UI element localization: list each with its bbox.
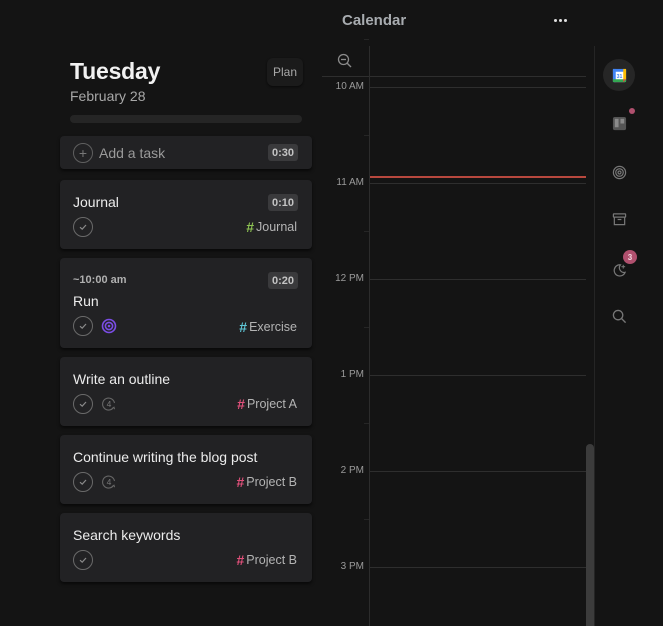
task-start-time: ~10:00 am xyxy=(73,274,127,286)
night-mode-count-badge: 3 xyxy=(623,250,637,264)
task-title: Run xyxy=(73,293,99,309)
current-time-indicator xyxy=(370,176,586,178)
rail-divider xyxy=(594,46,595,626)
hour-gridline xyxy=(370,183,586,184)
day-progress-bar xyxy=(70,115,302,123)
tag-exercise[interactable]: # Exercise xyxy=(239,319,297,335)
day-column: Tuesday February 28 Plan + Add a task 0:… xyxy=(60,0,312,626)
check-icon xyxy=(79,401,87,408)
task-title: Write an outline xyxy=(73,371,171,387)
archive-button[interactable] xyxy=(603,203,635,235)
complete-checkbox[interactable] xyxy=(73,472,93,492)
tag-project-a[interactable]: # Project A xyxy=(237,396,297,412)
task-card[interactable]: Search keywords # Project B xyxy=(60,513,312,582)
half-hour-tick xyxy=(364,231,369,232)
hour-label: 1 PM xyxy=(340,369,364,380)
duration-badge[interactable]: 0:20 xyxy=(267,272,298,289)
trello-icon xyxy=(612,116,626,130)
hour-gridline xyxy=(370,471,586,472)
hash-icon: # xyxy=(237,396,245,412)
complete-checkbox[interactable] xyxy=(73,217,93,237)
plus-icon: + xyxy=(73,142,93,163)
check-icon xyxy=(79,224,87,231)
half-hour-tick xyxy=(364,135,369,136)
complete-checkbox[interactable] xyxy=(73,394,93,414)
tag-label: Journal xyxy=(256,220,297,234)
moon-icon xyxy=(613,263,626,277)
day-date: February 28 xyxy=(70,88,146,104)
calendar-title: Calendar xyxy=(342,12,407,29)
duration-badge[interactable]: 0:10 xyxy=(267,194,298,211)
search-button[interactable] xyxy=(603,300,635,332)
hour-gridline xyxy=(370,279,586,280)
search-icon xyxy=(612,309,626,323)
zoom-out-icon[interactable] xyxy=(337,53,353,69)
check-icon xyxy=(79,557,87,564)
google-calendar-button[interactable]: 31 xyxy=(603,59,635,91)
task-card[interactable]: Journal 0:10 # Journal xyxy=(60,180,312,249)
half-hour-tick xyxy=(364,327,369,328)
complete-checkbox[interactable] xyxy=(73,316,93,336)
google-calendar-icon: 31 xyxy=(612,68,626,82)
calendar-scrollbar[interactable] xyxy=(586,444,594,626)
task-card[interactable]: ~10:00 am 0:20 Run # Exercise xyxy=(60,258,312,348)
task-card[interactable]: Write an outline 4 # Project A xyxy=(60,357,312,426)
hour-gridline xyxy=(370,375,586,376)
ellipsis-icon[interactable] xyxy=(552,13,568,27)
archive-icon xyxy=(612,212,626,225)
check-icon xyxy=(79,479,87,486)
hash-icon: # xyxy=(239,319,248,335)
hour-gridline xyxy=(370,87,586,88)
target-icon[interactable] xyxy=(101,318,117,334)
hour-gridline xyxy=(370,567,586,568)
hour-label: 2 PM xyxy=(340,465,364,476)
half-hour-tick xyxy=(364,519,369,520)
tag-label: Exercise xyxy=(249,320,297,334)
calendar-header-divider xyxy=(322,76,586,77)
tag-label: Project B xyxy=(246,475,297,489)
time-gutter-divider xyxy=(369,46,370,626)
task-card[interactable]: Continue writing the blog post 4 # Projec… xyxy=(60,435,312,504)
svg-text:31: 31 xyxy=(616,73,622,79)
hash-icon: # xyxy=(236,552,245,568)
notification-dot xyxy=(629,108,635,114)
half-hour-tick xyxy=(364,39,369,40)
add-task-input[interactable]: + Add a task 0:30 xyxy=(60,136,312,169)
hash-icon: # xyxy=(236,474,245,490)
day-title: Tuesday xyxy=(70,58,161,84)
hour-label: 11 AM xyxy=(336,177,364,188)
hash-icon: # xyxy=(246,219,254,235)
task-title: Search keywords xyxy=(73,527,181,543)
tag-project-b[interactable]: # Project B xyxy=(236,552,297,568)
task-title: Continue writing the blog post xyxy=(73,449,258,465)
hour-label: 10 AM xyxy=(335,81,364,92)
duration-badge[interactable]: 0:30 xyxy=(267,144,298,161)
complete-checkbox[interactable] xyxy=(73,550,93,570)
half-hour-tick xyxy=(364,423,369,424)
plan-button[interactable]: Plan xyxy=(267,58,303,86)
task-title: Journal xyxy=(73,194,119,210)
tag-label: Project B xyxy=(246,553,297,567)
hour-label: 12 PM xyxy=(335,273,364,284)
svg-text:4: 4 xyxy=(107,399,112,409)
add-task-placeholder: Add a task xyxy=(99,144,166,161)
tag-journal[interactable]: # Journal xyxy=(246,219,297,235)
focus-button[interactable] xyxy=(603,156,635,188)
tag-label: Project A xyxy=(246,397,297,411)
hour-label: 3 PM xyxy=(340,561,364,572)
tag-project-b[interactable]: # Project B xyxy=(236,474,297,490)
subtasks-count-icon[interactable]: 4 xyxy=(101,474,117,490)
target-icon xyxy=(612,165,626,179)
svg-text:4: 4 xyxy=(107,477,112,487)
subtasks-count-icon[interactable]: 4 xyxy=(101,396,117,412)
check-icon xyxy=(79,323,87,330)
